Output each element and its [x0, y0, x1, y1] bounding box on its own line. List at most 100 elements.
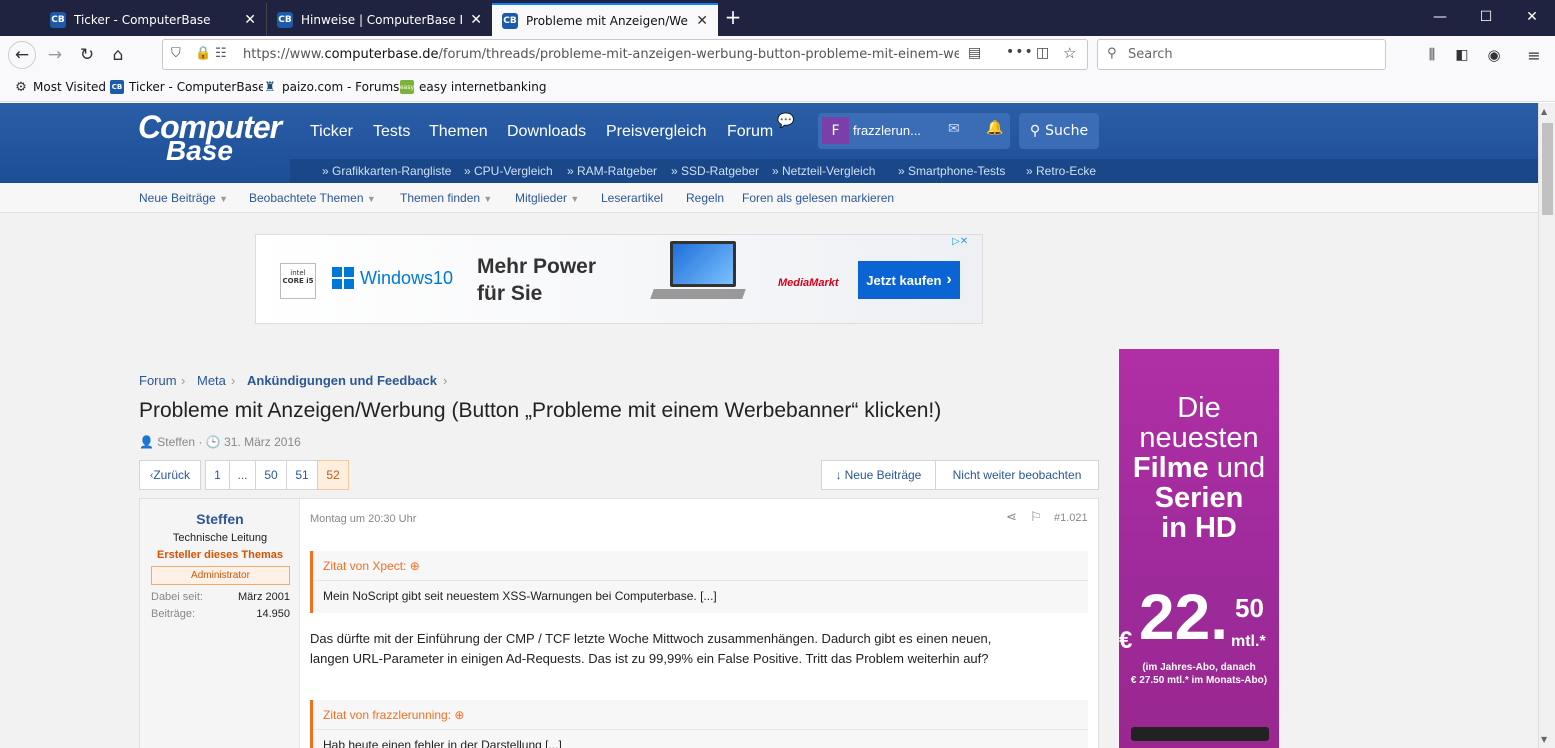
scroll-down-icon[interactable]: ▼ — [1541, 735, 1547, 744]
banner-ad[interactable]: intel CORE i5 Windows10 Mehr Power für S… — [255, 234, 983, 324]
fnav-leserartikel[interactable]: Leserartikel — [601, 191, 663, 205]
permissions-icon[interactable]: ☷ — [215, 46, 227, 61]
bookmarks-toolbar: ⚙ Most Visited CB Ticker - ComputerBase … — [0, 74, 1555, 102]
forward-icon[interactable]: → — [42, 43, 68, 67]
jetzt-kaufen-button[interactable]: Jetzt kaufen › — [858, 261, 960, 299]
minimize-icon[interactable]: — — [1417, 0, 1463, 34]
subnav-ssd[interactable]: » SSD-Ratgeber — [671, 164, 759, 178]
bookmark-star-icon[interactable]: ☆ — [1063, 44, 1076, 62]
breadcrumb-meta[interactable]: Meta — [197, 373, 226, 388]
nav-downloads[interactable]: Downloads — [507, 123, 586, 141]
page-ellipsis[interactable]: ... — [229, 460, 256, 490]
fnav-themen-finden[interactable]: Themen finden ▼ — [400, 191, 492, 205]
subnav-smartphone[interactable]: » Smartphone-Tests — [898, 164, 1005, 178]
page-50[interactable]: 50 — [255, 460, 287, 490]
lock-icon[interactable]: 🔒 — [195, 46, 211, 61]
fnav-mitglieder[interactable]: Mitglieder ▼ — [515, 191, 579, 205]
breadcrumb-ankuendigungen[interactable]: Ankündigungen und Feedback — [247, 373, 437, 388]
bookmark-paizo[interactable]: ♜ paizo.com - Forums — [263, 80, 399, 95]
fnav-regeln[interactable]: Regeln — [686, 191, 724, 205]
easy-icon: easy — [400, 80, 414, 94]
subnav-cpu[interactable]: » CPU-Vergleich — [464, 164, 553, 178]
search-icon: ⚲ — [1107, 46, 1117, 61]
page-scrollbar[interactable]: ▲ ▼ — [1538, 103, 1555, 748]
adchoices-icon[interactable]: ▷✕ — [952, 236, 968, 247]
tab-probleme[interactable]: CB Probleme mit Anzeigen/Werbung ✕ — [492, 3, 718, 36]
post-user-role: Technische Leitung — [172, 532, 268, 544]
page-52[interactable]: 52 — [317, 460, 349, 490]
page-1[interactable]: 1 — [205, 460, 230, 490]
scrollbar-thumb[interactable] — [1542, 123, 1553, 215]
tab-hinweise[interactable]: CB Hinweise | ComputerBase Forum ✕ — [266, 3, 492, 36]
core-label: CORE i5 — [282, 277, 314, 285]
close-tab-icon[interactable]: ✕ — [696, 13, 708, 29]
bell-icon[interactable]: 🔔 — [986, 120, 1003, 136]
pocket-icon[interactable]: ◫ — [1036, 45, 1049, 61]
posts-value: 14.950 — [256, 608, 290, 620]
ad-footnote2: € 27.50 mtl.* im Monats-Abo) — [1130, 675, 1268, 686]
library-icon[interactable]: ⫼ — [1419, 43, 1445, 67]
fnav-label: Themen finden — [400, 191, 481, 205]
breadcrumb-forum[interactable]: Forum — [139, 373, 177, 388]
avatar[interactable]: F — [822, 117, 849, 144]
ad-footnote1: (im Jahres-Abo, danach — [1142, 662, 1256, 673]
reload-icon[interactable]: ↻ — [74, 43, 100, 67]
nav-forum[interactable]: Forum — [727, 123, 773, 141]
tab-ticker[interactable]: CB Ticker - ComputerBase ✕ — [40, 3, 266, 36]
thread-date[interactable]: 31. März 2016 — [224, 435, 301, 449]
bookmark-easy[interactable]: easy easy internetbanking — [400, 80, 546, 94]
fnav-neue-beitraege[interactable]: Neue Beiträge ▼ — [139, 191, 228, 205]
mail-icon[interactable]: ✉ — [948, 121, 960, 137]
close-tab-icon[interactable]: ✕ — [470, 12, 482, 28]
forum-subnav: Neue Beiträge ▼ Beobachtete Themen ▼ The… — [0, 183, 1538, 213]
nav-preisvergleich[interactable]: Preisvergleich — [606, 123, 706, 141]
share-icon[interactable]: ⋖ — [1006, 510, 1017, 525]
quote-header[interactable]: Zitat von Xpect: ⊕ — [313, 551, 1088, 581]
username-link[interactable]: frazzlerun... — [853, 123, 921, 138]
bookmark-icon[interactable]: ⚐ — [1030, 510, 1042, 525]
post-time[interactable]: Montag um 20:30 Uhr — [310, 513, 416, 525]
url-text[interactable]: https://www.computerbase.de/forum/thread… — [243, 47, 959, 62]
suche-button[interactable]: ⚲ Suche — [1019, 113, 1099, 149]
account-icon[interactable]: ◉ — [1481, 43, 1507, 67]
menu-icon[interactable]: ≡ — [1521, 43, 1547, 67]
bookmark-ticker[interactable]: CB Ticker - ComputerBase — [110, 80, 266, 94]
nav-ticker[interactable]: Ticker — [310, 123, 353, 141]
url-bar[interactable]: ⛉ 🔒 ☷ https://www.computerbase.de/forum/… — [162, 39, 1088, 70]
page-actions-icon[interactable]: ••• — [1006, 44, 1034, 60]
sidebar-icon[interactable]: ◧ — [1449, 43, 1475, 67]
page-51[interactable]: 51 — [286, 460, 318, 490]
subnav-grafikkarten[interactable]: » Grafikkarten-Rangliste — [322, 164, 451, 178]
unwatch-button[interactable]: Nicht weiter beobachten — [935, 460, 1099, 490]
maximize-icon[interactable]: ☐ — [1463, 0, 1509, 34]
post-number[interactable]: #1.021 — [1054, 512, 1088, 524]
search-input[interactable]: ⚲ Search — [1097, 39, 1386, 70]
new-tab-icon[interactable]: + — [722, 6, 744, 30]
reader-view-icon[interactable]: ▤ — [968, 45, 981, 61]
close-window-icon[interactable]: ✕ — [1509, 0, 1555, 34]
subnav-netzteil[interactable]: » Netzteil-Vergleich — [772, 164, 875, 178]
user-menu[interactable]: F frazzlerun... ✉ 🔔 — [818, 113, 1010, 149]
neue-beitraege-button[interactable]: ↓ Neue Beiträge — [821, 460, 936, 490]
skyscraper-ad[interactable]: Die neuesten Filme und Serien in HD € 22… — [1119, 349, 1279, 748]
thread-author[interactable]: Steffen — [157, 435, 195, 449]
nav-themen[interactable]: Themen — [429, 123, 488, 141]
post-username[interactable]: Steffen — [140, 511, 300, 527]
computerbase-logo[interactable]: Computer Base — [138, 111, 282, 165]
fnav-beobachtete[interactable]: Beobachtete Themen ▼ — [249, 191, 376, 205]
close-tab-icon[interactable]: ✕ — [244, 12, 256, 28]
fnav-gelesen[interactable]: Foren als gelesen markieren — [742, 191, 894, 205]
nav-tests[interactable]: Tests — [373, 123, 410, 141]
user-icon: 👤 — [139, 435, 154, 449]
subnav-retro[interactable]: » Retro-Ecke — [1026, 164, 1096, 178]
back-button[interactable]: ‹ Zurück — [139, 460, 201, 490]
tracking-protection-icon[interactable]: ⛉ — [171, 46, 181, 61]
tab-strip: CB Ticker - ComputerBase ✕ CB Hinweise |… — [0, 0, 1555, 36]
quote-header[interactable]: Zitat von frazzlerunning: ⊕ — [313, 700, 1088, 730]
back-icon[interactable]: ← — [8, 41, 36, 69]
scroll-up-icon[interactable]: ▲ — [1541, 107, 1547, 116]
bookmark-most-visited[interactable]: ⚙ Most Visited — [14, 80, 106, 95]
subnav-ram[interactable]: » RAM-Ratgeber — [567, 164, 657, 178]
quote-body: Hab heute einen fehler in der Darstellun… — [323, 738, 562, 748]
home-icon[interactable]: ⌂ — [105, 43, 131, 67]
